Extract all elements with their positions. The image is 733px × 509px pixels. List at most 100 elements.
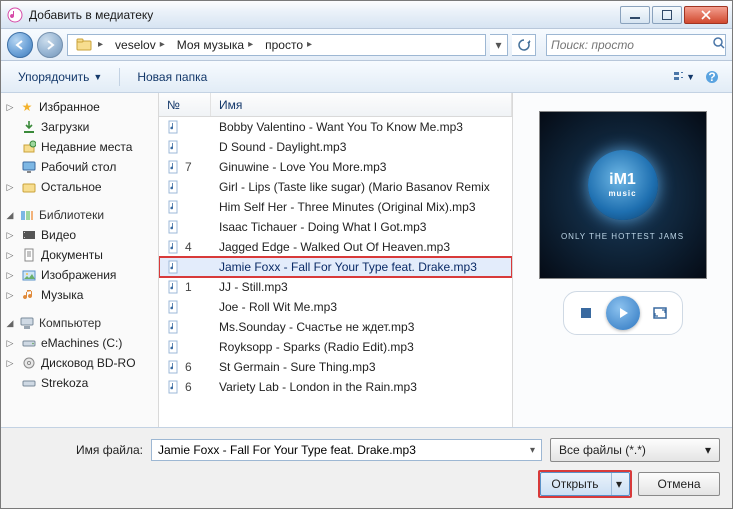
breadcrumb-item[interactable]: Моя музыка▸ bbox=[171, 35, 259, 55]
album-art: iM1 music ONLY THE HOTTEST JAMS bbox=[539, 111, 707, 279]
search-input[interactable] bbox=[551, 38, 708, 52]
minimize-button[interactable] bbox=[620, 6, 650, 24]
svg-text:?: ? bbox=[708, 70, 715, 84]
music-file-icon bbox=[167, 360, 181, 374]
music-icon bbox=[21, 287, 37, 303]
music-file-icon bbox=[167, 240, 181, 254]
computer-icon bbox=[19, 315, 35, 331]
libraries-icon bbox=[19, 207, 35, 223]
breadcrumb-item[interactable]: просто▸ bbox=[259, 35, 318, 55]
preview-pane: iM1 music ONLY THE HOTTEST JAMS bbox=[512, 93, 732, 427]
expand-button[interactable] bbox=[650, 303, 670, 323]
close-button[interactable] bbox=[684, 6, 728, 24]
file-row[interactable]: Jamie Foxx - Fall For Your Type feat. Dr… bbox=[159, 257, 512, 277]
file-name: JJ - Still.mp3 bbox=[211, 280, 512, 294]
sidebar-item-strekoza[interactable]: Strekoza bbox=[1, 373, 158, 393]
file-name: Girl - Lips (Taste like sugar) (Mario Ba… bbox=[211, 180, 512, 194]
drive-icon bbox=[21, 335, 37, 351]
documents-icon bbox=[21, 247, 37, 263]
file-name: Joe - Roll Wit Me.mp3 bbox=[211, 300, 512, 314]
column-header-name[interactable]: Имя bbox=[211, 93, 512, 116]
sidebar-item-bdrom[interactable]: ▷Дисковод BD-RO bbox=[1, 353, 158, 373]
help-button[interactable]: ? bbox=[700, 66, 724, 88]
music-file-icon bbox=[167, 140, 181, 154]
file-row[interactable]: 4 Jagged Edge - Walked Out Of Heaven.mp3 bbox=[159, 237, 512, 257]
filename-value: Jamie Foxx - Fall For Your Type feat. Dr… bbox=[158, 443, 416, 457]
desktop-icon bbox=[21, 159, 37, 175]
disc-icon bbox=[21, 355, 37, 371]
sidebar-item-images[interactable]: ▷Изображения bbox=[1, 265, 158, 285]
file-row[interactable]: Girl - Lips (Taste like sugar) (Mario Ba… bbox=[159, 177, 512, 197]
sidebar-item-music[interactable]: ▷Музыка bbox=[1, 285, 158, 305]
file-row[interactable]: 1 JJ - Still.mp3 bbox=[159, 277, 512, 297]
forward-button[interactable] bbox=[37, 32, 63, 58]
open-split-button[interactable]: ▾ bbox=[611, 473, 627, 495]
file-name: Jamie Foxx - Fall For Your Type feat. Dr… bbox=[211, 260, 512, 274]
music-file-icon bbox=[167, 180, 181, 194]
sidebar-item-downloads[interactable]: Загрузки bbox=[1, 117, 158, 137]
play-button[interactable] bbox=[606, 296, 640, 330]
file-row[interactable]: Royksopp - Sparks (Radio Edit).mp3 bbox=[159, 337, 512, 357]
file-row[interactable]: Joe - Roll Wit Me.mp3 bbox=[159, 297, 512, 317]
footer: Имя файла: Jamie Foxx - Fall For Your Ty… bbox=[1, 428, 732, 508]
file-row[interactable]: D Sound - Daylight.mp3 bbox=[159, 137, 512, 157]
sidebar-group-libraries[interactable]: ◢ Библиотеки bbox=[1, 205, 158, 225]
file-name: Jagged Edge - Walked Out Of Heaven.mp3 bbox=[211, 240, 512, 254]
file-num: 1 bbox=[185, 280, 192, 294]
sidebar-item-other[interactable]: ▷Остальное bbox=[1, 177, 158, 197]
file-num: 6 bbox=[185, 360, 192, 374]
sidebar-item-video[interactable]: ▷Видео bbox=[1, 225, 158, 245]
breadcrumb-item[interactable]: veselov▸ bbox=[109, 35, 171, 55]
stop-button[interactable] bbox=[576, 303, 596, 323]
cancel-button[interactable]: Отмена bbox=[638, 472, 720, 496]
refresh-button[interactable] bbox=[512, 34, 536, 56]
chevron-down-icon[interactable]: ▾ bbox=[530, 445, 535, 456]
file-row[interactable]: 6Variety Lab - London in the Rain.mp3 bbox=[159, 377, 512, 397]
file-row[interactable]: Bobby Valentino - Want You To Know Me.mp… bbox=[159, 117, 512, 137]
open-button[interactable]: Открыть ▾ bbox=[540, 472, 630, 496]
back-button[interactable] bbox=[7, 32, 33, 58]
search-box[interactable] bbox=[546, 34, 726, 56]
breadcrumb-dropdown[interactable]: ▾ bbox=[490, 34, 508, 56]
music-file-icon bbox=[167, 260, 181, 274]
filename-input[interactable]: Jamie Foxx - Fall For Your Type feat. Dr… bbox=[151, 439, 542, 461]
music-file-icon bbox=[167, 320, 181, 334]
sidebar-group-computer[interactable]: ◢ Компьютер bbox=[1, 313, 158, 333]
file-name: Ms.Sounday - Счастье не ждет.mp3 bbox=[211, 320, 512, 334]
sidebar-item-desktop[interactable]: Рабочий стол bbox=[1, 157, 158, 177]
file-num: 4 bbox=[185, 240, 192, 254]
file-row[interactable]: 7Ginuwine - Love You More.mp3 bbox=[159, 157, 512, 177]
download-icon bbox=[21, 119, 37, 135]
file-row[interactable]: Ms.Sounday - Счастье не ждет.mp3 bbox=[159, 317, 512, 337]
album-logo: iM1 music bbox=[588, 150, 658, 220]
file-list: № Имя Bobby Valentino - Want You To Know… bbox=[159, 93, 512, 427]
sidebar-item-recent[interactable]: Недавние места bbox=[1, 137, 158, 157]
file-name: St Germain - Sure Thing.mp3 bbox=[211, 360, 512, 374]
file-name: Variety Lab - London in the Rain.mp3 bbox=[211, 380, 512, 394]
sidebar-item-documents[interactable]: ▷Документы bbox=[1, 245, 158, 265]
file-row[interactable]: Him Self Her - Three Minutes (Original M… bbox=[159, 197, 512, 217]
column-header-num[interactable]: № bbox=[159, 93, 211, 116]
file-row[interactable]: Isaac Tichauer - Doing What I Got.mp3 bbox=[159, 217, 512, 237]
maximize-button[interactable] bbox=[652, 6, 682, 24]
file-type-select[interactable]: Все файлы (*.*) ▾ bbox=[550, 438, 720, 462]
new-folder-button[interactable]: Новая папка bbox=[128, 65, 216, 89]
file-name: Bobby Valentino - Want You To Know Me.mp… bbox=[211, 120, 512, 134]
organize-button[interactable]: Упорядочить▼ bbox=[9, 65, 111, 89]
file-row[interactable]: 6 St Germain - Sure Thing.mp3 bbox=[159, 357, 512, 377]
file-name: Royksopp - Sparks (Radio Edit).mp3 bbox=[211, 340, 512, 354]
music-file-icon bbox=[167, 280, 181, 294]
file-name: Him Self Her - Three Minutes (Original M… bbox=[211, 200, 512, 214]
file-name: D Sound - Daylight.mp3 bbox=[211, 140, 512, 154]
video-icon bbox=[21, 227, 37, 243]
music-file-icon bbox=[167, 300, 181, 314]
breadcrumb-root[interactable]: ▸ bbox=[70, 35, 109, 55]
images-icon bbox=[21, 267, 37, 283]
sidebar-group-favorites[interactable]: ▷ ★ Избранное bbox=[1, 97, 158, 117]
main-area: ▷ ★ Избранное Загрузки Недавние места Ра… bbox=[1, 93, 732, 428]
window-title: Добавить в медиатеку bbox=[29, 8, 620, 22]
view-options-button[interactable]: ▼ bbox=[672, 66, 696, 88]
sidebar-item-drive-c[interactable]: ▷eMachines (C:) bbox=[1, 333, 158, 353]
breadcrumb[interactable]: ▸ veselov▸ Моя музыка▸ просто▸ bbox=[67, 34, 486, 56]
music-file-icon bbox=[167, 200, 181, 214]
